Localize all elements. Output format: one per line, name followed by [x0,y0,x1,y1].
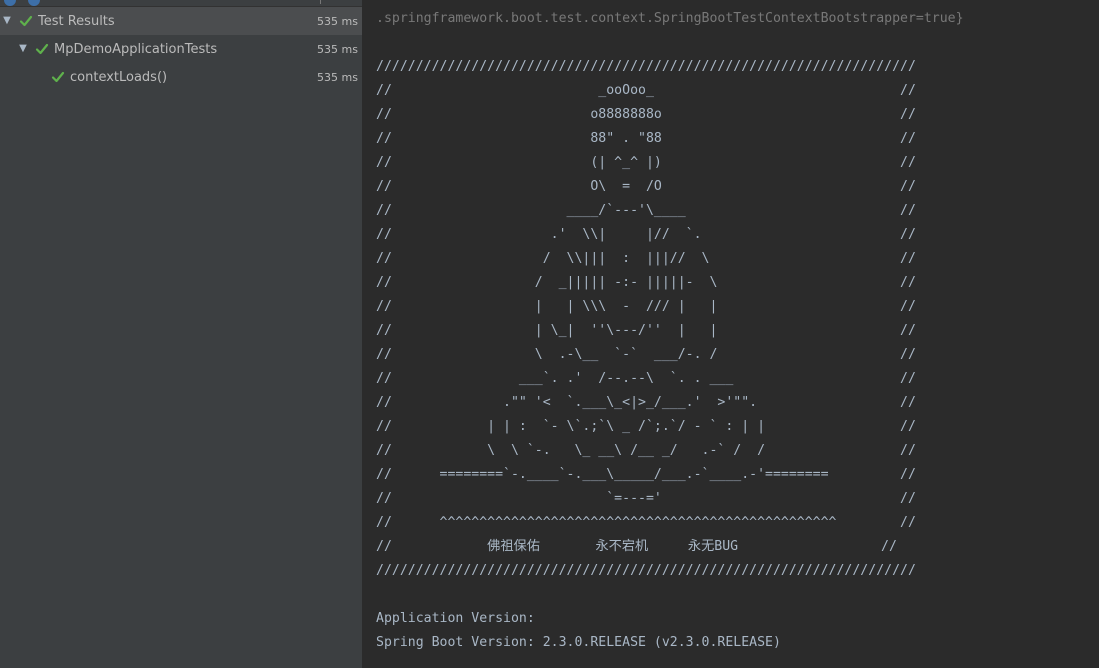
console-line: // ___`. .' /--.--\ `. . ___ // [376,371,916,386]
tree-row-label: MpDemoApplicationTests [54,41,218,57]
console-line: // ."" '< `.___\_<|>_/___.' >'"". // [376,395,916,410]
tree-row-label: contextLoads() [70,69,168,85]
tree-row-test-method[interactable]: contextLoads() 535 ms [0,63,362,91]
expand-arrow-icon[interactable]: ▼ [18,44,28,54]
check-icon [51,71,65,83]
console-line: Application Version: [376,611,535,626]
tree-row-duration: 535 ms [317,14,358,28]
tree-toolbar [0,0,362,7]
toolbar-button-icon[interactable] [4,0,16,6]
console-line: // ____/`---'\____ // [376,203,916,218]
console-line: // / \\||| : |||// \ // [376,251,916,266]
console-line: Spring Boot Version: 2.3.0.RELEASE (v2.3… [376,635,781,650]
console-line: .springframework.boot.test.context.Sprin… [376,11,964,26]
console-line: // | | : `- \`.;`\ _ /`;.`/ - ` : | | // [376,419,916,434]
console-line: // 88" . "88 // [376,131,916,146]
check-icon [35,43,49,55]
console-line: ////////////////////////////////////////… [376,59,916,74]
console-line: ////////////////////////////////////////… [376,563,916,578]
console-text: .springframework.boot.test.context.Sprin… [376,7,964,655]
console-line: // 佛祖保佑 永不宕机 永无BUG // [376,539,897,554]
console-line: // | | \\\ - /// | | // [376,299,916,314]
console-line: // ^^^^^^^^^^^^^^^^^^^^^^^^^^^^^^^^^^^^^… [376,515,916,530]
console-line: // (| ^_^ |) // [376,155,916,170]
toolbar-divider [320,0,321,4]
console-line: // \ \ `-. \_ __\ /__ _/ .-` / / // [376,443,916,458]
tree-row-label: Test Results [38,13,115,29]
tree-row-test-class[interactable]: ▼ MpDemoApplicationTests 535 ms [0,35,362,63]
console-line: // / _||||| -:- |||||- \ // [376,275,916,290]
check-icon [19,15,33,27]
console-line: // o8888888o // [376,107,916,122]
tree-row-duration: 535 ms [317,70,358,84]
console-line: // \ .-\__ `-` ___/-. / // [376,347,916,362]
expand-arrow-icon[interactable]: ▼ [2,16,12,26]
ide-window: ▼ Test Results 535 ms ▼ MpDemoApplicatio… [0,0,1099,668]
console-line: // `=---=' // [376,491,916,506]
console-line: // ========`-.____`-.___\_____/___.-`___… [376,467,916,482]
console-line: // .' \\| |// `. // [376,227,916,242]
console-line: // | \_| ''\---/'' | | // [376,323,916,338]
console-output[interactable]: .springframework.boot.test.context.Sprin… [362,0,1099,668]
test-results-tree: ▼ Test Results 535 ms ▼ MpDemoApplicatio… [0,0,362,668]
console-line: // O\ = /O // [376,179,916,194]
toolbar-button-icon[interactable] [28,0,40,6]
tree-row-duration: 535 ms [317,42,358,56]
console-line: // _ooOoo_ // [376,83,916,98]
tree-row-test-results[interactable]: ▼ Test Results 535 ms [0,7,362,35]
